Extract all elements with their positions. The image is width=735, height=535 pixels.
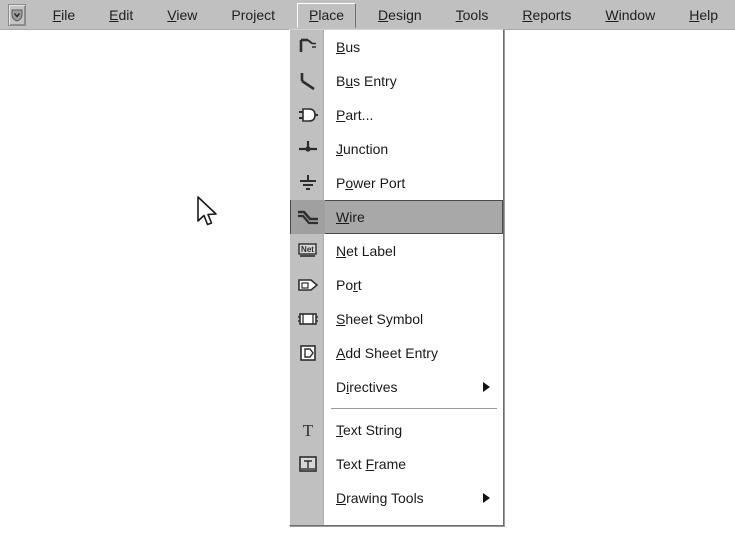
menu-item-net-label[interactable]: Net Net Label (290, 234, 503, 268)
menubar-item-label: Tools (455, 6, 489, 23)
menu-item-label: Port (336, 277, 362, 293)
menubar-item-edit[interactable]: Edit (97, 3, 145, 28)
menu-item-text-string[interactable]: T Text String (290, 413, 503, 447)
menubar-item-label: Edit (109, 6, 134, 23)
menubar-item-view[interactable]: View (155, 3, 209, 28)
bus-entry-icon (291, 64, 325, 98)
menu-item-label: Part... (336, 107, 374, 123)
menubar-item-label: Help (689, 6, 718, 23)
submenu-arrow-icon (483, 382, 490, 392)
menubar-item-tools[interactable]: Tools (444, 3, 501, 28)
menu-item-label: Directives (336, 379, 398, 395)
menu-item-wire[interactable]: Wire (290, 200, 503, 234)
submenu-arrow-icon (483, 493, 490, 503)
svg-text:T: T (303, 421, 314, 440)
menubar-item-label: Project (231, 6, 276, 23)
menu-item-label: Wire (336, 209, 365, 225)
text-string-icon: T (291, 413, 325, 447)
menubar-item-label: Place (309, 6, 345, 23)
place-menu-dropdown: Bus Bus Entry Part... Junction Power Port Wir… (289, 29, 504, 526)
menu-item-label: Sheet Symbol (336, 311, 424, 327)
menubar-item-project[interactable]: Project (219, 3, 287, 28)
menu-item-part[interactable]: Part... (290, 98, 503, 132)
menu-item-label: Drawing Tools (336, 490, 424, 506)
port-icon (291, 268, 325, 302)
menubar-item-window[interactable]: Window (593, 3, 667, 28)
menubar-item-help[interactable]: Help (677, 3, 730, 28)
menubar-item-label: Window (605, 6, 656, 23)
menu-item-label: Power Port (336, 175, 406, 191)
bus-icon (291, 30, 325, 64)
menu-item-label: Net Label (336, 243, 396, 259)
svg-text:Net: Net (301, 245, 314, 254)
menu-item-bus-entry[interactable]: Bus Entry (290, 64, 503, 98)
menubar-item-place[interactable]: Place (297, 2, 357, 28)
menubar-item-label: Reports (522, 6, 572, 23)
part-icon (291, 98, 325, 132)
menu-bar: File Edit View Project Place Design Tools Repor… (0, 0, 735, 30)
menubar-item-design[interactable]: Design (366, 3, 434, 28)
sheet-symbol-icon (291, 302, 325, 336)
menu-item-port[interactable]: Port (290, 268, 503, 302)
menu-item-label: Add Sheet Entry (336, 345, 438, 361)
menubar-item-file[interactable]: File (41, 3, 88, 28)
menu-item-text-frame[interactable]: Text Frame (290, 447, 503, 481)
menu-item-power-port[interactable]: Power Port (290, 166, 503, 200)
menu-item-label: Text String (336, 422, 403, 438)
no-icon (291, 370, 325, 404)
text-frame-icon (291, 447, 325, 481)
menubar-item-label: File (52, 6, 76, 23)
menubar-item-label: View (167, 6, 198, 23)
power-port-icon (291, 166, 325, 200)
menu-item-directives[interactable]: Directives (290, 370, 503, 404)
wire-icon (291, 200, 325, 234)
menu-item-bus[interactable]: Bus (290, 30, 503, 64)
menu-item-drawing-tools[interactable]: Drawing Tools (290, 481, 503, 515)
menu-item-junction[interactable]: Junction (290, 132, 503, 166)
app-shield-icon[interactable] (8, 4, 26, 26)
menubar-item-reports[interactable]: Reports (510, 3, 583, 28)
menubar-item-label: Design (378, 6, 422, 23)
net-label-icon: Net (291, 234, 325, 268)
menu-item-label: Junction (336, 141, 389, 157)
junction-icon (291, 132, 325, 166)
no-icon (291, 481, 325, 515)
add-sheet-entry-icon (291, 336, 325, 370)
menu-item-label: Bus Entry (336, 73, 397, 89)
mouse-pointer-icon (196, 196, 222, 235)
menu-item-add-sheet-entry[interactable]: Add Sheet Entry (290, 336, 503, 370)
menu-separator (290, 404, 503, 413)
menu-item-label: Text Frame (336, 456, 407, 472)
menu-item-sheet-symbol[interactable]: Sheet Symbol (290, 302, 503, 336)
menu-item-label: Bus (336, 39, 361, 55)
